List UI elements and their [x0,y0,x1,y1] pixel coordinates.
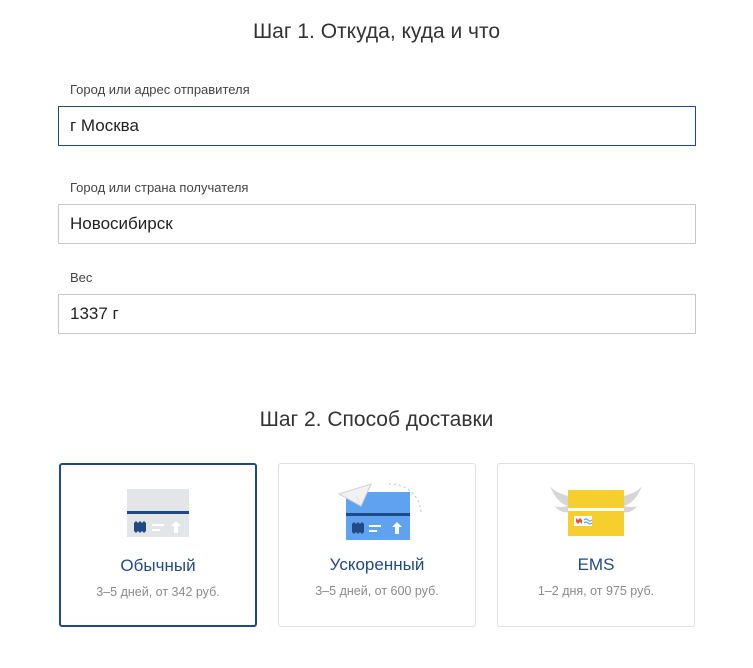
step2-title: Шаг 2. Способ доставки [259,408,494,431]
delivery-option-express[interactable]: Ускоренный 3–5 дней, от 600 руб. [278,463,476,627]
weight-label: Вес [70,270,93,285]
delivery-option-title: Ускоренный [329,555,425,574]
delivery-option-subtitle: 3–5 дней, от 600 руб. [315,584,439,598]
delivery-option-ems[interactable]: EMS 1–2 дня, от 975 руб. [497,463,695,627]
ems-parcel-icon [550,486,642,536]
weight-input[interactable] [58,294,696,334]
step1-title: Шаг 1. Откуда, куда и что [252,20,501,43]
express-parcel-icon [337,483,422,540]
sender-label: Город или адрес отправителя [70,82,250,97]
delivery-option-subtitle: 3–5 дней, от 342 руб. [96,585,220,599]
delivery-option-regular[interactable]: Обычный 3–5 дней, от 342 руб. [59,463,257,627]
recipient-label: Город или страна получателя [70,180,249,195]
recipient-input[interactable] [58,204,696,244]
delivery-option-title: EMS [577,555,615,574]
regular-parcel-icon [127,489,189,537]
sender-input[interactable] [58,106,696,146]
delivery-option-subtitle: 1–2 дня, от 975 руб. [537,584,655,598]
delivery-option-title: Обычный [120,556,196,575]
